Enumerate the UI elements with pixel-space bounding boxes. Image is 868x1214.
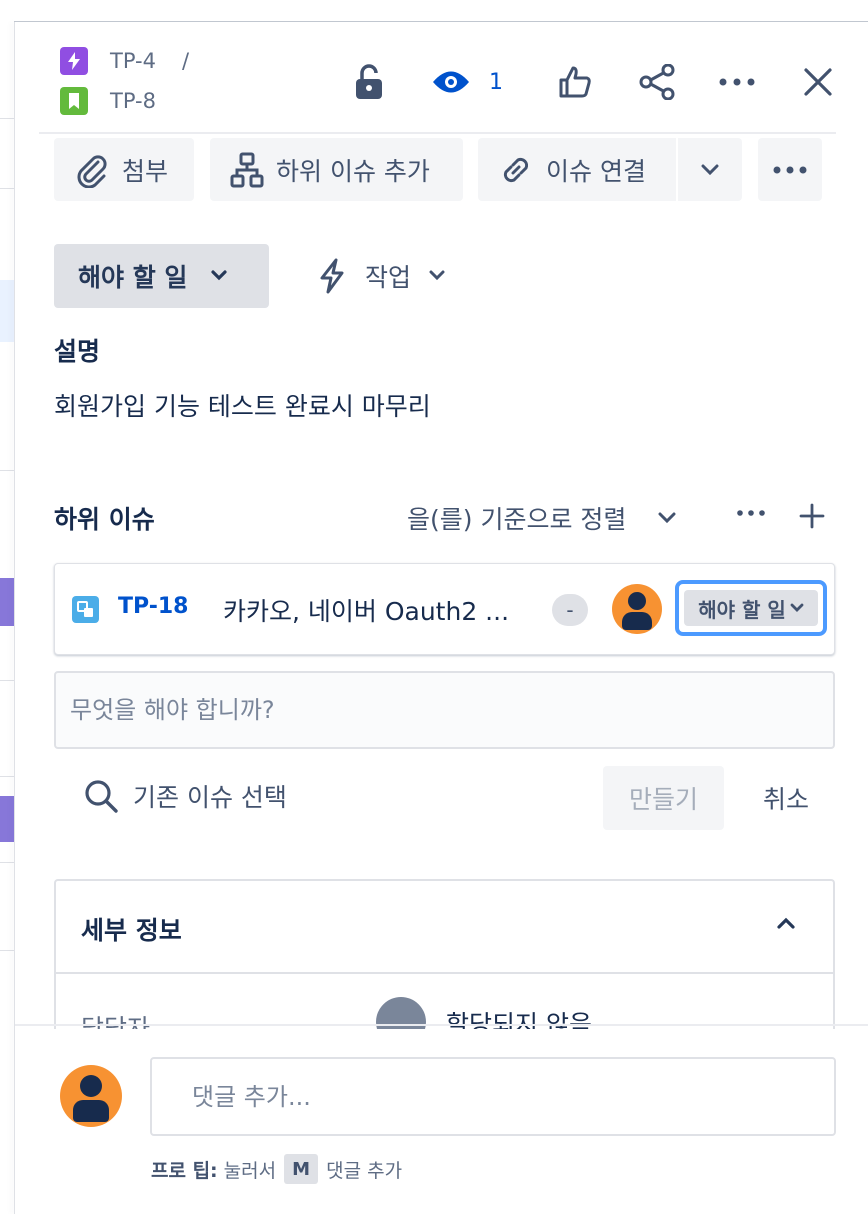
sort-label: 을(를) 기준으로 정렬 [407,505,627,534]
chevron-down-icon [658,512,676,524]
chevron-up-icon[interactable] [777,917,795,929]
tip-press: 눌러서 [223,1159,277,1182]
eye-icon [431,69,471,95]
bg-divider [0,118,14,119]
bg-highlight [0,280,14,342]
attach-button[interactable]: 첨부 [54,138,194,201]
choose-existing-issue-button[interactable]: 기존 이슈 선택 [83,778,287,814]
child-issue-row[interactable]: TP-18 카카오, 네이버 Oauth2 ... - 해야 할 일 [54,563,835,655]
epic-lightning-icon [60,47,88,75]
share-icon[interactable] [637,64,677,100]
background-page [0,0,14,1214]
link-icon [498,152,534,188]
paperclip-icon [74,152,110,188]
details-title: 세부 정보 [81,916,182,945]
action-label: 작업 [365,263,412,292]
attach-label: 첨부 [122,156,169,186]
bg-divider [0,862,14,863]
toolbar-more-button[interactable] [758,138,822,201]
add-child-issue-label: 하위 이슈 추가 [276,156,430,186]
status-label: 해야 할 일 [78,263,188,292]
close-icon[interactable] [801,64,835,100]
bg-divider [0,776,14,777]
unlock-icon[interactable] [351,64,387,100]
details-panel: 세부 정보 담당자 할당되지 않음 [54,879,835,1029]
child-issue-summary[interactable]: 카카오, 네이버 Oauth2 ... [223,592,509,628]
new-child-issue-input[interactable] [54,671,835,749]
header-divider [39,132,836,134]
child-issues-title: 하위 이슈 [54,505,155,534]
breadcrumb-parent[interactable]: TP-4 / [60,47,189,75]
description-title: 설명 [54,337,101,366]
cancel-button[interactable]: 취소 [753,766,819,830]
issue-key[interactable]: TP-8 [110,89,156,113]
assignee-label: 담당자 [81,1014,151,1029]
tip-prefix: 프로 팁: [151,1159,218,1182]
new-child-issue-field[interactable] [56,673,833,747]
more-icon[interactable] [717,64,757,100]
parent-issue-key[interactable]: TP-4 [110,49,156,73]
child-issues-more-button[interactable] [737,510,765,516]
status-dropdown[interactable]: 해야 할 일 [54,244,269,308]
watch-count: 1 [489,69,503,95]
bg-divider [0,188,14,189]
add-child-issue-button[interactable]: 하위 이슈 추가 [210,138,463,201]
comment-input[interactable] [150,1057,836,1136]
thumbs-up-icon[interactable] [555,64,595,100]
more-icon [737,510,765,516]
details-header[interactable]: 세부 정보 [56,881,833,974]
comment-field[interactable] [152,1059,834,1134]
plus-icon [798,502,826,530]
chevron-down-icon [701,164,719,176]
add-child-button[interactable] [798,502,826,530]
child-issue-key[interactable]: TP-18 [118,594,189,619]
chevron-down-icon [429,270,445,282]
bg-epic-bar [0,578,14,626]
subtask-icon [72,596,99,623]
sort-dropdown[interactable]: 을(를) 기준으로 정렬 [407,500,676,536]
comment-divider [15,1024,868,1026]
pro-tip: 프로 팁: 눌러서 M 댓글 추가 [151,1154,402,1184]
child-status-dropdown[interactable]: 해야 할 일 [675,580,827,636]
choose-existing-label: 기존 이슈 선택 [133,783,287,812]
avatar[interactable] [612,584,662,634]
bg-epic-bar [0,796,14,842]
more-icon [772,166,808,174]
create-button[interactable]: 만들기 [603,766,724,830]
priority-badge[interactable]: - [552,594,588,626]
keyboard-shortcut-key: M [284,1154,319,1184]
bg-divider [0,470,14,471]
hierarchy-icon [230,152,264,188]
tip-suffix: 댓글 추가 [326,1159,403,1182]
story-bookmark-icon [60,87,88,115]
action-dropdown[interactable]: 작업 [317,254,445,298]
breadcrumb-current[interactable]: TP-8 [60,87,156,115]
link-issue-label: 이슈 연결 [546,156,646,186]
child-status-label: 해야 할 일 [698,597,786,622]
lightning-icon [317,258,347,294]
breadcrumb-separator: / [181,49,190,73]
chevron-down-icon [211,270,228,282]
bg-divider [0,680,14,681]
watch-button[interactable]: 1 [431,64,503,100]
link-issue-button[interactable]: 이슈 연결 [478,138,676,201]
bg-divider [0,950,14,951]
issue-detail-panel: TP-4 / TP-8 1 첨부 하위 이슈 추가 이슈 연결 해야 할 일 작… [15,22,868,1214]
avatar [60,1065,122,1127]
chevron-down-icon [790,603,804,613]
description-text[interactable]: 회원가입 기능 테스트 완료시 마무리 [54,387,431,423]
search-icon [83,778,119,814]
link-issue-dropdown[interactable] [678,138,742,201]
